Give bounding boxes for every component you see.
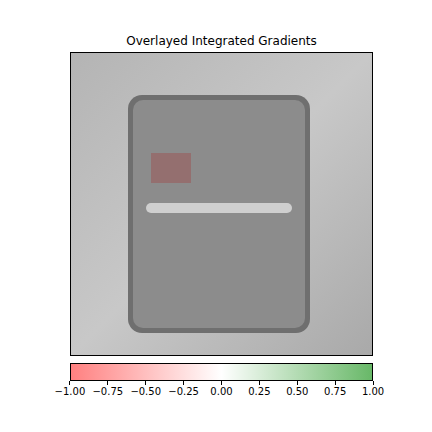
image-axes [70, 52, 373, 356]
tick-label: −0.75 [92, 385, 123, 398]
tick-label: −0.25 [168, 385, 199, 398]
colorbar-ticks: −1.00 −0.75 −0.50 −0.25 0.00 0.25 0.50 0.75 1.00 [51, 381, 392, 398]
tick: 0.75 [316, 381, 354, 398]
tick-label: 0.25 [248, 385, 270, 398]
tick-label: −0.50 [130, 385, 161, 398]
tick: −0.75 [89, 381, 127, 398]
tick-label: 0.50 [286, 385, 308, 398]
tick: 0.00 [203, 381, 241, 398]
tick: −0.50 [127, 381, 165, 398]
figure: Overlayed Integrated Gradients −1.00 −0.75… [0, 0, 432, 432]
tick: 0.50 [278, 381, 316, 398]
tick-label: −1.00 [55, 385, 86, 398]
tick: −1.00 [51, 381, 89, 398]
photo-icon [71, 53, 372, 355]
tick: 1.00 [354, 381, 392, 398]
colorbar [70, 363, 373, 381]
tick-label: 1.00 [362, 385, 384, 398]
tick: −0.25 [165, 381, 203, 398]
chart-title: Overlayed Integrated Gradients [70, 33, 373, 49]
tick-label: 0.00 [210, 385, 232, 398]
tick-label: 0.75 [324, 385, 346, 398]
tick: 0.25 [240, 381, 278, 398]
